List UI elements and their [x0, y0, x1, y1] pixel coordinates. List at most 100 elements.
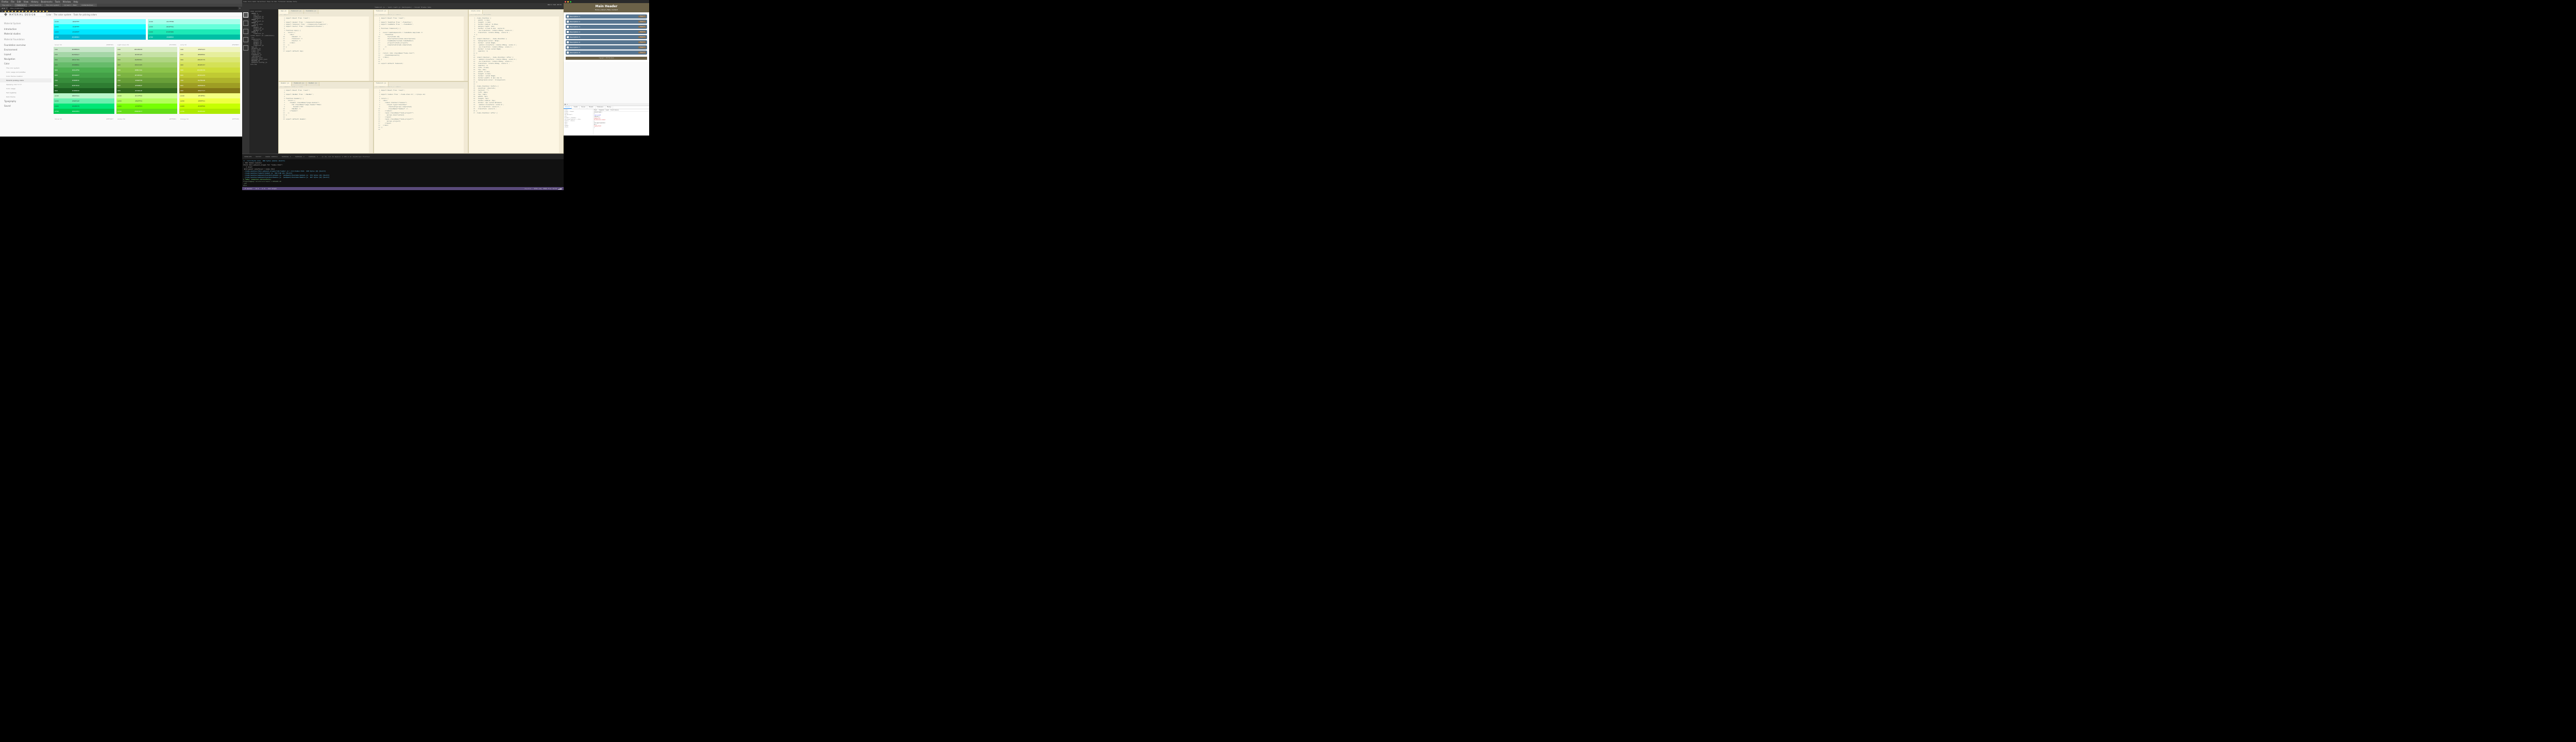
checkbox[interactable]	[567, 36, 569, 38]
minimize-icon[interactable]	[567, 1, 569, 3]
menu-item[interactable]: File	[248, 1, 251, 3]
status-item[interactable]: ⎇ master	[244, 188, 252, 190]
todo-item[interactable]: Description 2Project 2	[566, 20, 647, 24]
styles-pane[interactable]: StylesComputedLayoutEvent Listenerseleme…	[594, 109, 649, 135]
panel-tab[interactable]: PROBLEMS	[244, 156, 251, 158]
menu-item[interactable]: Selection	[258, 1, 266, 3]
bookmark-item[interactable]: 📁	[43, 10, 45, 12]
swatch-row[interactable]: 900#827717	[179, 88, 240, 93]
menu-help[interactable]: Help	[73, 1, 78, 3]
swatch-row[interactable]: A200#69F0AE	[54, 98, 114, 104]
status-bar[interactable]: ⎇ master⊘ 0⚠ 0Git Graphrw-xr/s ∙ 3716 su…	[242, 187, 564, 190]
sidebar-item[interactable]: Applying color to UI	[0, 82, 52, 87]
todo-item[interactable]: Description 5Project 5	[566, 35, 647, 39]
sidebar-item[interactable]: Foundation overview	[0, 43, 52, 47]
inspect-icon[interactable]: ▣	[565, 104, 566, 105]
menu-item[interactable]: Help	[293, 1, 297, 3]
menu-file[interactable]: File	[10, 1, 15, 3]
menu-tools[interactable]: Tools	[55, 1, 61, 3]
swatch-row[interactable]: A200#18FFFF	[54, 24, 146, 29]
swatch-row[interactable]: 100#F0F4C3	[179, 47, 240, 52]
editor-tab[interactable]: Header.js	[279, 82, 292, 86]
swatch-row[interactable]: 400#D4E157	[179, 62, 240, 68]
checkbox[interactable]	[567, 52, 569, 54]
checkbox[interactable]	[567, 21, 569, 23]
styles-tab[interactable]: Styles	[594, 110, 597, 111]
search-icon[interactable]	[243, 21, 248, 26]
bookmark-item[interactable]: 📁	[39, 10, 41, 12]
devtools-tab[interactable]: Elements	[564, 106, 572, 109]
editor-tab[interactable]: style.scss	[469, 10, 483, 14]
outline-header[interactable]: OUTLINE	[250, 63, 277, 66]
panel-tabs[interactable]: PROBLEMSOUTPUTDEBUG CONSOLETERMINAL 1TER…	[242, 154, 564, 159]
bookmark-item[interactable]: 📁	[11, 10, 13, 12]
sidebar-item[interactable]: Dark theme	[0, 95, 52, 99]
swatch-row[interactable]: A400#76FF03	[116, 104, 177, 109]
minimap[interactable]	[369, 16, 373, 81]
bookmark-item[interactable]: 📁	[15, 10, 17, 12]
swatch-row[interactable]: A400#1DE9B6	[148, 29, 240, 35]
sidebar-item[interactable]: Layout	[0, 52, 52, 57]
bookmark-item[interactable]: 📁	[29, 10, 31, 12]
swatch-row[interactable]: A200#EEFF41	[179, 98, 240, 104]
menu-firefox[interactable]: Firefox	[1, 1, 9, 3]
swatch-row[interactable]: A700#00C853	[54, 109, 114, 114]
swatch-row[interactable]: 700#AFB42B	[179, 78, 240, 83]
bookmark-item[interactable]: 📁	[46, 10, 48, 12]
sidebar-item[interactable]: Environment	[0, 47, 52, 52]
todo-item[interactable]: Description 3Project 3	[566, 25, 647, 29]
swatch-row[interactable]: A700#00BFA5	[148, 35, 240, 40]
swatch-row[interactable]: A400#00E5FF	[54, 29, 146, 35]
sidebar-item[interactable]: Color usage and palettes	[0, 70, 52, 74]
dom-node[interactable]: </html>	[564, 127, 592, 128]
devtools-tab[interactable]: Performance	[596, 106, 606, 109]
swatch-row[interactable]: 400#9CCC65	[116, 62, 177, 68]
css-rule[interactable]: }	[594, 127, 649, 129]
sidebar-item[interactable]: Material studies	[0, 31, 52, 36]
sidebar-item[interactable]: Navigation	[0, 57, 52, 61]
menu-item[interactable]: Code	[243, 1, 247, 3]
sidebar-item[interactable]: Color	[0, 61, 52, 66]
menu-item[interactable]: Go	[272, 1, 274, 3]
devtools-tab[interactable]: Sources	[580, 106, 587, 109]
checkbox[interactable]	[567, 31, 569, 33]
editor-tab[interactable]: TodoList.js	[292, 82, 307, 86]
status-item[interactable]: ⊘ 0	[256, 188, 259, 190]
editor-tab[interactable]: TodoList.js	[289, 10, 304, 14]
activity-bar[interactable]	[242, 9, 249, 154]
swatch-row[interactable]: 700#388E3C	[54, 78, 114, 83]
url-bar[interactable]: ◀ ▶ ⟳ https://material.io ★	[0, 7, 242, 10]
sidebar-item[interactable]: Tools for picking colors	[0, 78, 52, 82]
panel-tab[interactable]: TERMINAL 3	[309, 156, 318, 158]
nav-link[interactable]: FAQ	[607, 9, 611, 11]
editor-tab[interactable]: TodoList.js	[374, 10, 389, 14]
checkbox[interactable]	[567, 46, 569, 48]
forward-icon[interactable]: ▶	[4, 7, 5, 9]
styles-tab[interactable]: Event Listeners	[611, 110, 618, 111]
extensions-icon[interactable]	[243, 45, 248, 50]
sidebar-item[interactable]: The color system	[0, 66, 52, 70]
swatch-row[interactable]: 500#8BC34A	[116, 68, 177, 73]
swatch-row[interactable]: A700#AEEA00	[179, 109, 240, 114]
bookmark-item[interactable]: 📁	[5, 10, 7, 12]
zoom-icon[interactable]	[570, 1, 571, 3]
styles-tab[interactable]: Computed	[599, 110, 604, 111]
status-item[interactable]: Git Graph	[268, 188, 276, 190]
back-icon[interactable]: ◀	[2, 7, 3, 9]
menu-bookmarks[interactable]: Bookmarks	[40, 1, 53, 3]
editor-pane[interactable]: TodoList.jssrc > components > TodoList.j…	[374, 81, 469, 154]
minimap[interactable]	[464, 16, 468, 81]
todo-item[interactable]: Description 1Project 1	[566, 14, 647, 19]
swatch-row[interactable]: 200#C5E1A5	[116, 52, 177, 57]
swatch-row[interactable]: 500#4CAF50	[54, 68, 114, 73]
nav-links[interactable]: Home | About | FAQ | Contact	[564, 9, 649, 11]
swatch-row[interactable]: 400#66BB6A	[54, 62, 114, 68]
explorer-panel[interactable]: OPEN EDITORSGROUP 1App.jsTodoList.jsTodo…	[249, 9, 278, 154]
swatch-row[interactable]: A700#64DD17	[116, 109, 177, 114]
nav-link[interactable]: About	[601, 9, 606, 11]
todo-item[interactable]: Description 7Project 7	[566, 45, 647, 49]
swatch-row[interactable]: A100#84FFFF	[54, 19, 146, 24]
swatch-row[interactable]: A100#CCFF90	[116, 93, 177, 98]
bookmark-item[interactable]: 📁	[19, 10, 21, 12]
menu-item[interactable]: Terminal	[278, 1, 285, 3]
